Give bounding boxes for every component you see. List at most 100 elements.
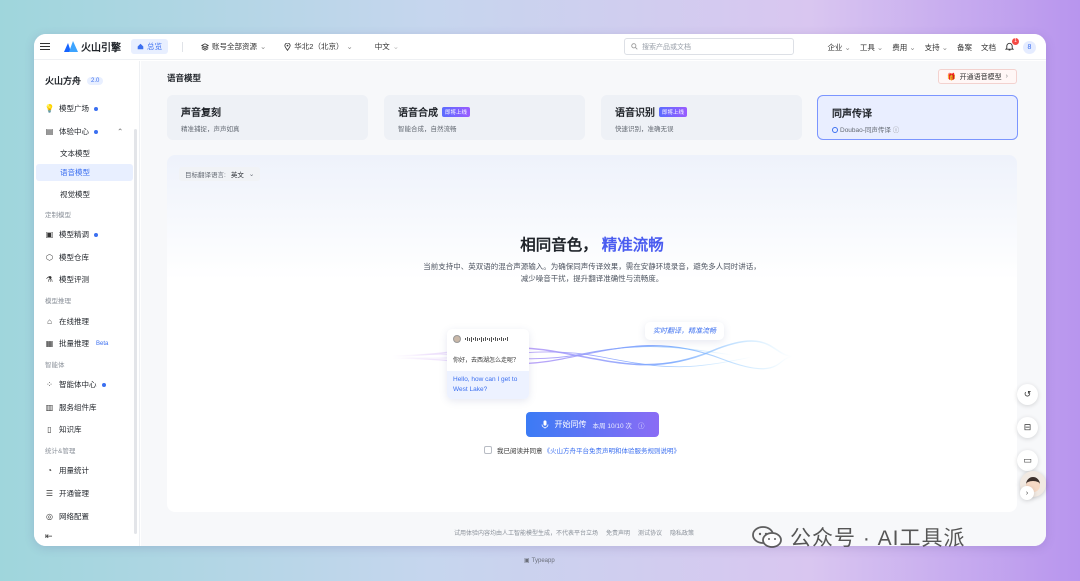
hero-description: 当前支持中、英双语的混合声源输入。为确保同声传译效果，需在安静环境录音，避免多人… (167, 261, 1017, 285)
group-custom: 定制模型 (45, 212, 71, 219)
group-stats: 统计&管理 (45, 448, 76, 455)
chevron-right-icon[interactable]: › (1020, 486, 1034, 500)
globe-icon: ◎ (46, 512, 53, 521)
region-select[interactable]: 华北2（北京） ⌄ (284, 41, 353, 52)
brand-logo[interactable]: 火山引擎 (64, 39, 121, 54)
grid-icon: ⁘ (46, 380, 53, 389)
bottom-caption-text: Typeapp (531, 557, 555, 564)
demo-question: 你好，去西湖怎么走呢？ (453, 358, 520, 364)
docs-book-icon[interactable]: ⊟ (1017, 417, 1038, 438)
topbar-right-menu: 企业 ⌄ 工具 ⌄ 费用 ⌄ 支持 ⌄ 备案 文档 1 8 (827, 34, 1036, 60)
sidebar-item-model-eval[interactable]: ⚗ 模型评测 (45, 274, 89, 285)
sidebar-item-network-config[interactable]: ◎ 网络配置 (45, 511, 89, 522)
language-select[interactable]: 中文 ⌄ (375, 41, 399, 52)
info-icon[interactable]: ⓘ (638, 420, 645, 430)
sidebar-item-label: 模型精调 (59, 230, 89, 239)
menu-tools[interactable]: 工具 ⌄ (860, 42, 883, 53)
chevron-up-icon: ⌃ (117, 127, 124, 136)
card-title: 语音合成 (398, 108, 438, 119)
menu-billing[interactable]: 费用 ⌄ (892, 42, 915, 53)
sidebar-item-label: 在线推理 (59, 317, 89, 326)
hero-title-highlight: 精准流畅 (601, 237, 664, 254)
feedback-icon[interactable]: ▭ (1017, 450, 1038, 471)
sidebar-item-model-square[interactable]: 💡 模型广场 (45, 103, 98, 114)
user-avatar[interactable]: 8 (1023, 40, 1036, 54)
footer-disclaimer-text: 试用体验内容均由人工智能模型生成，不代表平台立场 (454, 531, 599, 537)
watermark-text: 公众号 · AI工具派 (790, 527, 966, 550)
card-title: 声音复刻 (181, 108, 221, 119)
search-icon (631, 43, 638, 50)
sidebar-item-text-model[interactable]: 文本模型 (60, 148, 90, 159)
start-interpretation-button[interactable]: 开始同传 本周 10/10 次 ⓘ (526, 412, 659, 437)
hero-title-main: 相同音色， (520, 237, 598, 254)
quota-text: 本周 10/10 次 (592, 422, 632, 430)
card-title: 同声传译 (832, 109, 872, 120)
footer-link-test-agreement[interactable]: 测试协议 (638, 528, 662, 537)
sidebar: 火山方舟 2.0 💡 模型广场 ▤ 体验中心 ⌃ 文本模型 语音模型 视觉模型 … (34, 61, 140, 546)
menu-enterprise[interactable]: 企业 ⌄ (827, 42, 850, 53)
sidebar-item-activation-mgmt[interactable]: ☰ 开通管理 (45, 488, 89, 499)
agreement-link[interactable]: 《火山方舟平台免责声明和体验服务规则说明》 (544, 445, 681, 455)
coming-soon-badge: 即将上线 (659, 106, 688, 117)
menu-icon[interactable] (40, 42, 50, 51)
card-voice-clone[interactable]: 声音复刻 精准捕捉，声声如真 (167, 95, 368, 140)
sidebar-item-usage-stats[interactable]: ◔ 用量统计 (45, 465, 89, 476)
components-icon: ▥ (45, 403, 54, 412)
target-lang-label: 目标翻译语言: (185, 172, 226, 179)
footer-link-disclaimer[interactable]: 免责声明 (606, 528, 630, 537)
book-icon: ▯ (47, 425, 52, 434)
sidebar-item-vision-model[interactable]: 视觉模型 (60, 189, 90, 200)
realtime-tag: 实时翻译，精准流畅 (645, 322, 724, 340)
card-tts[interactable]: 语音合成 即将上线 智能合成，自然流畅 (384, 95, 585, 140)
sidebar-item-label: 网络配置 (59, 512, 89, 521)
product-title: 火山方舟 (45, 76, 82, 86)
demo-answer: Hello, how can I get to West Lake? (447, 371, 529, 399)
hero-desc-line: 当前支持中、英双语的混合声源输入。为确保同声传译效果，需在安静环境录音，避免多人… (423, 262, 761, 271)
chevron-right-icon: › (1005, 73, 1008, 80)
demo-chat-bubble: 你好，去西湖怎么走呢？ Hello, how can I get to West… (447, 329, 529, 399)
sidebar-item-label: 用量统计 (59, 466, 89, 475)
card-subtitle: 精准捕捉，声声如真 (181, 126, 240, 133)
sidebar-item-fine-tune[interactable]: ▣ 模型精调 (45, 229, 98, 240)
info-icon[interactable]: ⓘ (893, 127, 900, 134)
sidebar-item-batch-inference[interactable]: ▦ 批量推理 Beta (45, 338, 109, 349)
home-button[interactable]: 总览 (131, 39, 168, 54)
open-voice-model-button[interactable]: 🎁 开通语音模型 › (937, 69, 1017, 84)
card-asr[interactable]: 语音识别 即将上线 快速识别，准确无误 (601, 95, 802, 140)
sidebar-item-label: 开通管理 (59, 489, 89, 498)
gift-icon: 🎁 (946, 73, 956, 81)
sidebar-item-knowledge-base[interactable]: ▯ 知识库 (45, 424, 81, 435)
sidebar-item-voice-model[interactable]: 语音模型 (36, 164, 133, 181)
app-window: 火山引擎 总览 账号全部资源 ⌄ 华北2（北京） ⌄ 中文 ⌄ 搜索产品或文档 … (34, 34, 1046, 546)
footer-link-privacy[interactable]: 隐私政策 (670, 528, 694, 537)
sidebar-item-label: 智能体中心 (59, 380, 97, 389)
agree-checkbox[interactable] (484, 446, 492, 454)
sidebar-scrollbar[interactable] (134, 129, 137, 534)
search-input[interactable]: 搜索产品或文档 (624, 38, 794, 55)
sidebar-item-service-components[interactable]: ▥ 服务组件库 (45, 402, 97, 413)
target-language-select[interactable]: 目标翻译语言: 英文 ⌄ (179, 167, 261, 181)
menu-support[interactable]: 支持 ⌄ (925, 42, 948, 53)
batch-icon: ▦ (45, 339, 54, 348)
card-title: 语音识别 (615, 108, 655, 119)
layers-icon (201, 42, 209, 51)
divider (182, 41, 183, 52)
sidebar-item-model-repo[interactable]: ⬡ 模型仓库 (45, 252, 89, 263)
card-simultaneous-interpretation[interactable]: 同声传译 Doubao-同声传译 ⓘ (817, 95, 1018, 140)
collapse-sidebar-icon[interactable]: ⇤ (45, 531, 53, 542)
watermark: 公众号 · AI工具派 (752, 522, 966, 552)
account-scope-select[interactable]: 账号全部资源 ⌄ (201, 41, 266, 52)
menu-docs[interactable]: 文档 (981, 42, 996, 53)
sidebar-item-label: 模型仓库 (59, 253, 89, 262)
sidebar-item-label: 服务组件库 (59, 403, 97, 412)
agreement-row: 我已阅读并同意 《火山方舟平台免责声明和体验服务规则说明》 (484, 445, 680, 455)
sidebar-item-agent-center[interactable]: ⁘ 智能体中心 (45, 379, 106, 390)
sidebar-item-experience-center[interactable]: ▤ 体验中心 ⌃ (45, 126, 124, 137)
wechat-icon (752, 526, 782, 548)
sidebar-item-online-inference[interactable]: ⌂ 在线推理 (45, 316, 89, 327)
sidebar-item-label: 模型评测 (59, 275, 89, 284)
notification-bell[interactable]: 1 (1004, 37, 1019, 53)
history-icon[interactable]: ↺ (1017, 384, 1038, 405)
page-title: 语音模型 (167, 73, 202, 83)
menu-filing[interactable]: 备案 (957, 42, 972, 53)
